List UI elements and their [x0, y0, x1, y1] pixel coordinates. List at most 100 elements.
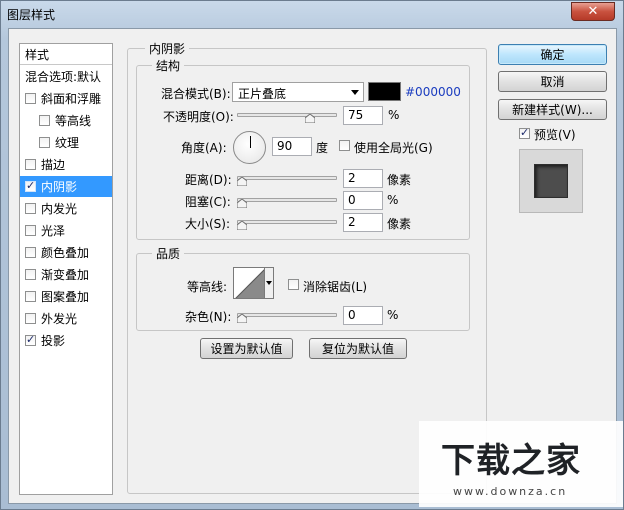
watermark-brand: 下载之家 — [441, 441, 581, 481]
slider-thumb[interactable] — [237, 221, 247, 230]
style-list-item[interactable]: 投影 — [20, 330, 112, 351]
global-light-checkbox[interactable] — [339, 140, 350, 151]
shadow-color-swatch[interactable] — [368, 82, 401, 101]
style-checkbox[interactable] — [25, 225, 36, 236]
slider-track — [237, 198, 337, 202]
quality-title: 品质 — [152, 245, 185, 262]
style-list-header[interactable]: 样式 — [20, 44, 112, 65]
style-list-item[interactable]: 光泽 — [20, 220, 112, 241]
chevron-down-icon — [351, 90, 359, 95]
blend-mode-label: 混合模式(B): — [161, 87, 231, 101]
style-list-item[interactable]: 混合选项:默认 — [20, 66, 112, 87]
blend-mode-select[interactable]: 正片叠底 — [232, 82, 364, 102]
distance-input[interactable]: 2 — [343, 169, 383, 188]
style-list-item-label: 纹理 — [55, 136, 80, 150]
opacity-unit: % — [388, 108, 400, 122]
ok-button[interactable]: 确定 — [498, 44, 607, 65]
choke-unit: % — [387, 193, 399, 207]
contour-curve-icon — [235, 269, 264, 298]
antialias-label: 消除锯齿(L) — [303, 280, 368, 294]
choke-label: 阻塞(C): — [185, 195, 231, 209]
make-default-button[interactable]: 设置为默认值 — [200, 338, 293, 359]
style-list-item-label: 图案叠加 — [41, 290, 90, 304]
close-button[interactable]: ✕ — [571, 2, 615, 21]
style-list-item[interactable]: 内阴影 — [20, 176, 112, 197]
style-list-item[interactable]: 图案叠加 — [20, 286, 112, 307]
style-list-item-label: 描边 — [41, 158, 66, 172]
close-icon: ✕ — [587, 4, 599, 19]
slider-thumb[interactable] — [237, 177, 247, 186]
slider-track — [237, 313, 337, 317]
noise-slider[interactable] — [237, 309, 337, 323]
size-unit: 像素 — [387, 217, 412, 231]
watermark: 下载之家 www.downza.cn — [419, 421, 623, 507]
window-title: 图层样式 — [7, 8, 56, 22]
style-checkbox[interactable] — [39, 137, 50, 148]
reset-default-button[interactable]: 复位为默认值 — [309, 338, 407, 359]
slider-thumb[interactable] — [305, 114, 315, 123]
style-list-item-label: 渐变叠加 — [41, 268, 90, 282]
style-checkbox[interactable] — [25, 203, 36, 214]
style-checkbox[interactable] — [25, 291, 36, 302]
style-checkbox[interactable] — [25, 313, 36, 324]
chevron-down-icon — [266, 281, 272, 285]
noise-unit: % — [387, 308, 399, 322]
inner-shadow-title: 内阴影 — [145, 40, 190, 57]
blend-mode-value: 正片叠底 — [238, 87, 287, 101]
title-bar[interactable]: 图层样式 ✕ — [1, 1, 623, 27]
contour-preview[interactable] — [233, 267, 265, 299]
cancel-button[interactable]: 取消 — [498, 71, 607, 92]
antialias-checkbox[interactable] — [288, 279, 299, 290]
noise-input[interactable]: 0 — [343, 306, 383, 325]
style-list-item-label: 内阴影 — [41, 180, 78, 194]
slider-thumb[interactable] — [237, 199, 247, 208]
structure-title: 结构 — [152, 57, 185, 74]
style-checkbox[interactable] — [25, 333, 36, 346]
slider-track — [237, 220, 337, 224]
style-list-item[interactable]: 渐变叠加 — [20, 264, 112, 285]
size-input[interactable]: 2 — [343, 213, 383, 232]
opacity-slider[interactable] — [237, 109, 337, 123]
style-list-item[interactable]: 描边 — [20, 154, 112, 175]
style-preview — [519, 149, 583, 213]
style-checkbox[interactable] — [25, 269, 36, 280]
style-checkbox[interactable] — [25, 159, 36, 170]
new-style-button[interactable]: 新建样式(W)... — [498, 99, 607, 120]
style-list-item-label: 混合选项:默认 — [25, 70, 102, 84]
style-checkbox[interactable] — [25, 247, 36, 258]
style-list-item[interactable]: 纹理 — [20, 132, 112, 153]
noise-label: 杂色(N): — [185, 310, 232, 324]
style-list-item-label: 等高线 — [55, 114, 92, 128]
distance-slider[interactable] — [237, 172, 337, 186]
slider-track — [237, 176, 337, 180]
angle-needle — [250, 136, 251, 148]
style-list-item-label: 光泽 — [41, 224, 66, 238]
angle-label: 角度(A): — [181, 141, 227, 155]
style-checkbox[interactable] — [25, 179, 36, 192]
choke-input[interactable]: 0 — [343, 191, 383, 210]
style-list-item-label: 斜面和浮雕 — [41, 92, 102, 106]
style-list-item[interactable]: 斜面和浮雕 — [20, 88, 112, 109]
opacity-input[interactable]: 75 — [343, 106, 383, 125]
angle-dial[interactable] — [233, 131, 266, 164]
slider-thumb[interactable] — [237, 314, 247, 323]
style-checkbox[interactable] — [25, 93, 36, 104]
layer-style-dialog: 图层样式 ✕ 样式 混合选项:默认斜面和浮雕等高线纹理描边内阴影内发光光泽颜色叠… — [0, 0, 624, 510]
style-list-item[interactable]: 外发光 — [20, 308, 112, 329]
global-light-label: 使用全局光(G) — [354, 141, 433, 155]
angle-unit: 度 — [316, 141, 329, 155]
choke-slider[interactable] — [237, 194, 337, 208]
style-list-item[interactable]: 等高线 — [20, 110, 112, 131]
style-checkbox[interactable] — [39, 115, 50, 126]
style-list-item-label: 外发光 — [41, 312, 78, 326]
contour-label: 等高线: — [187, 280, 228, 294]
contour-dropdown[interactable] — [264, 267, 274, 299]
style-list-item[interactable]: 内发光 — [20, 198, 112, 219]
preview-checkbox[interactable] — [519, 126, 530, 139]
watermark-url: www.downza.cn — [453, 485, 568, 498]
angle-input[interactable]: 90 — [272, 137, 312, 156]
style-list-item[interactable]: 颜色叠加 — [20, 242, 112, 263]
style-list-item-label: 内发光 — [41, 202, 78, 216]
shadow-color-hex: #000000 — [405, 85, 461, 99]
size-slider[interactable] — [237, 216, 337, 230]
